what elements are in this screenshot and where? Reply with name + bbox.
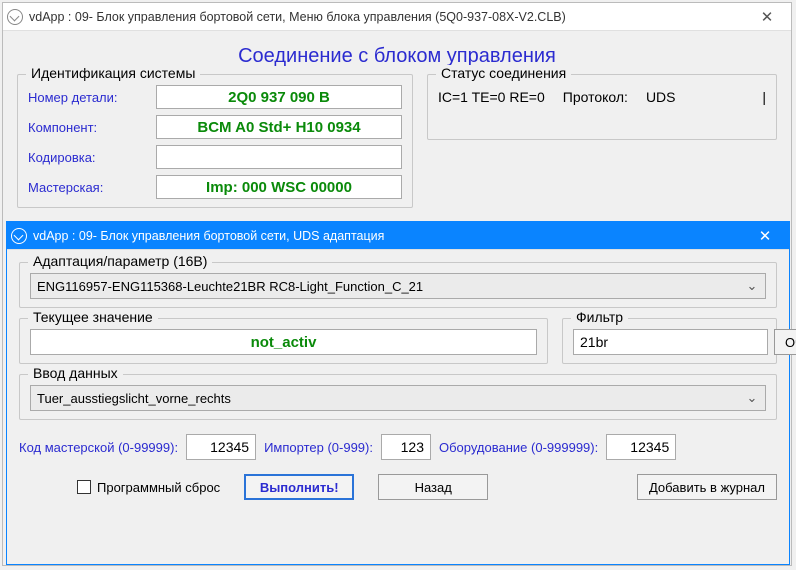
protocol-label: Протокол: xyxy=(563,89,628,105)
input-data-value: Tuer_ausstiegslicht_vorne_rechts xyxy=(37,391,745,406)
current-value-group: Текущее значение not_activ xyxy=(19,318,548,364)
clear-button[interactable]: Очистить xyxy=(774,329,796,355)
input-data-group: Ввод данных Tuer_ausstiegslicht_vorne_re… xyxy=(19,374,777,420)
component-label: Компонент: xyxy=(28,120,148,135)
filter-input[interactable] xyxy=(573,329,768,355)
identification-group: Идентификация системы Номер детали: 2Q0 … xyxy=(17,74,413,208)
identification-legend: Идентификация системы xyxy=(26,65,200,81)
app-icon xyxy=(7,9,23,25)
window-uds-adaptation: vdApp : 09- Блок управления бортовой сет… xyxy=(6,221,790,565)
close-icon[interactable]: ✕ xyxy=(745,222,785,249)
workshop-codes-row: Код мастерской (0-99999): Импортер (0-99… xyxy=(19,434,777,460)
app-icon xyxy=(11,228,27,244)
workshop-field: Imp: 000 WSC 00000 xyxy=(156,175,402,199)
connection-status-legend: Статус соединения xyxy=(436,65,571,81)
execute-button[interactable]: Выполнить! xyxy=(244,474,354,500)
importer-label: Импортер (0-999): xyxy=(264,440,373,455)
back-button[interactable]: Назад xyxy=(378,474,488,500)
window-title-front: vdApp : 09- Блок управления бортовой сет… xyxy=(33,229,745,243)
protocol-value: UDS xyxy=(646,89,676,105)
connection-status-group: Статус соединения IC=1 TE=0 RE=0 Протоко… xyxy=(427,74,777,140)
checkbox-icon xyxy=(77,480,91,494)
software-reset-label: Программный сброс xyxy=(97,480,220,495)
status-counters: IC=1 TE=0 RE=0 xyxy=(438,89,545,105)
status-trailing: | xyxy=(762,89,766,105)
adaptation-group: Адаптация/параметр (16B) ENG116957-ENG11… xyxy=(19,262,777,308)
filter-group: Фильтр Очистить xyxy=(562,318,777,364)
close-icon[interactable]: ✕ xyxy=(747,3,787,30)
software-reset-checkbox[interactable]: Программный сброс xyxy=(77,480,220,495)
filter-legend: Фильтр xyxy=(571,309,628,325)
part-number-field: 2Q0 937 090 B xyxy=(156,85,402,109)
chevron-down-icon: ⌄ xyxy=(745,390,759,406)
titlebar-back[interactable]: vdApp : 09- Блок управления бортовой сет… xyxy=(3,3,791,31)
input-data-legend: Ввод данных xyxy=(28,365,123,381)
window-title-back: vdApp : 09- Блок управления бортовой сет… xyxy=(29,10,747,24)
workshop-code-label: Код мастерской (0-99999): xyxy=(19,440,178,455)
add-to-log-button[interactable]: Добавить в журнал xyxy=(637,474,777,500)
input-data-combo[interactable]: Tuer_ausstiegslicht_vorne_rechts ⌄ xyxy=(30,385,766,411)
coding-field xyxy=(156,145,402,169)
coding-label: Кодировка: xyxy=(28,150,148,165)
titlebar-front[interactable]: vdApp : 09- Блок управления бортовой сет… xyxy=(7,222,789,250)
part-number-label: Номер детали: xyxy=(28,90,148,105)
adaptation-value: ENG116957-ENG115368-Leuchte21BR RC8-Ligh… xyxy=(37,279,745,294)
chevron-down-icon: ⌄ xyxy=(745,278,759,294)
adaptation-combo[interactable]: ENG116957-ENG115368-Leuchte21BR RC8-Ligh… xyxy=(30,273,766,299)
component-field: BCM A0 Std+ H10 0934 xyxy=(156,115,402,139)
equipment-label: Оборудование (0-999999): xyxy=(439,440,598,455)
importer-input[interactable] xyxy=(381,434,431,460)
equipment-input[interactable] xyxy=(606,434,676,460)
current-value-field: not_activ xyxy=(30,329,537,355)
workshop-code-input[interactable] xyxy=(186,434,256,460)
workshop-label: Мастерская: xyxy=(28,180,148,195)
current-value-legend: Текущее значение xyxy=(28,309,158,325)
action-row: Программный сброс Выполнить! Назад Добав… xyxy=(19,474,777,500)
adaptation-legend: Адаптация/параметр (16B) xyxy=(28,253,212,269)
